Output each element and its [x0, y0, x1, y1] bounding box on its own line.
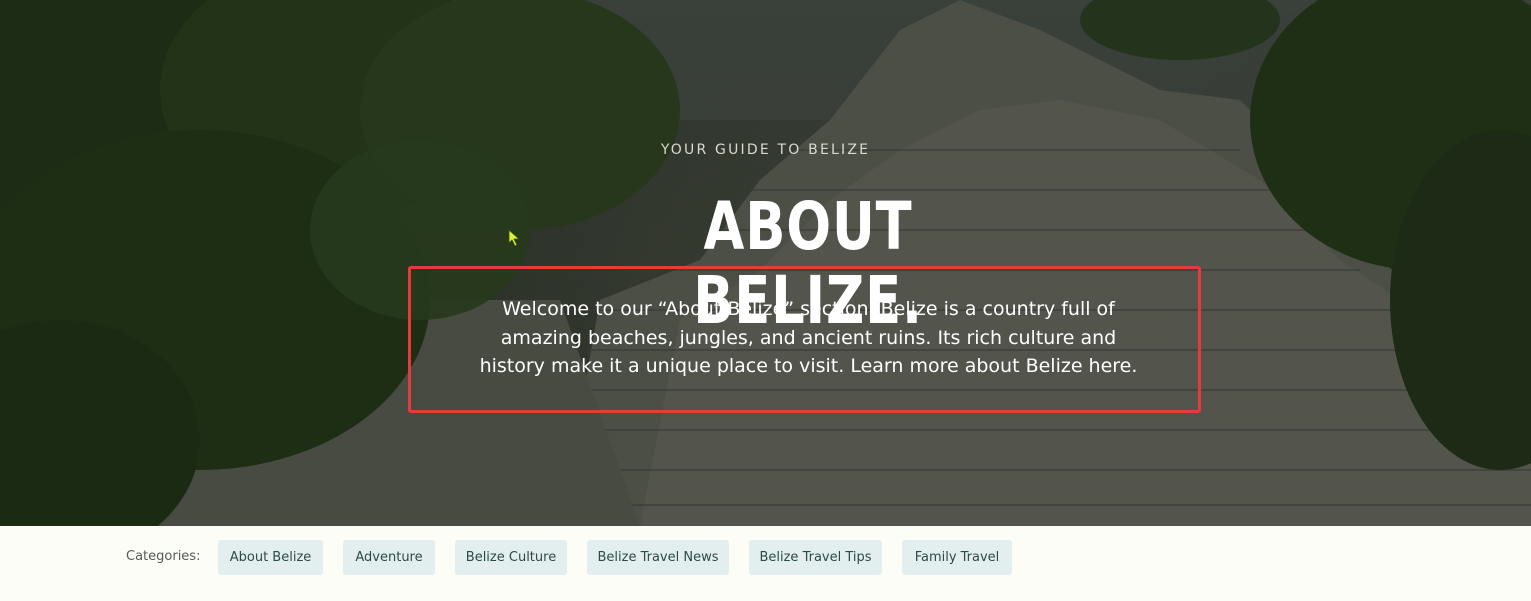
category-chip-belize-travel-news[interactable]: Belize Travel News — [587, 540, 729, 575]
category-chip-adventure[interactable]: Adventure — [343, 540, 435, 575]
category-chip-family-travel[interactable]: Family Travel — [902, 540, 1012, 575]
intro-line: amazing beaches, jungles, and ancient ru… — [500, 326, 1117, 349]
categories-label: Categories: — [126, 549, 201, 564]
hero-intro-text: Welcome to our “About Belize” section. B… — [452, 295, 1165, 381]
category-chip-belize-travel-tips[interactable]: Belize Travel Tips — [749, 540, 882, 575]
intro-line: history make it a unique place to visit.… — [479, 355, 1138, 377]
mouse-pointer-icon — [508, 229, 521, 247]
category-chip-about-belize[interactable]: About Belize — [218, 540, 323, 575]
hero-eyebrow: YOUR GUIDE TO BELIZE — [660, 142, 871, 158]
category-chip-belize-culture[interactable]: Belize Culture — [455, 540, 567, 575]
intro-line: Welcome to our “About Belize” section. B… — [502, 298, 1115, 320]
